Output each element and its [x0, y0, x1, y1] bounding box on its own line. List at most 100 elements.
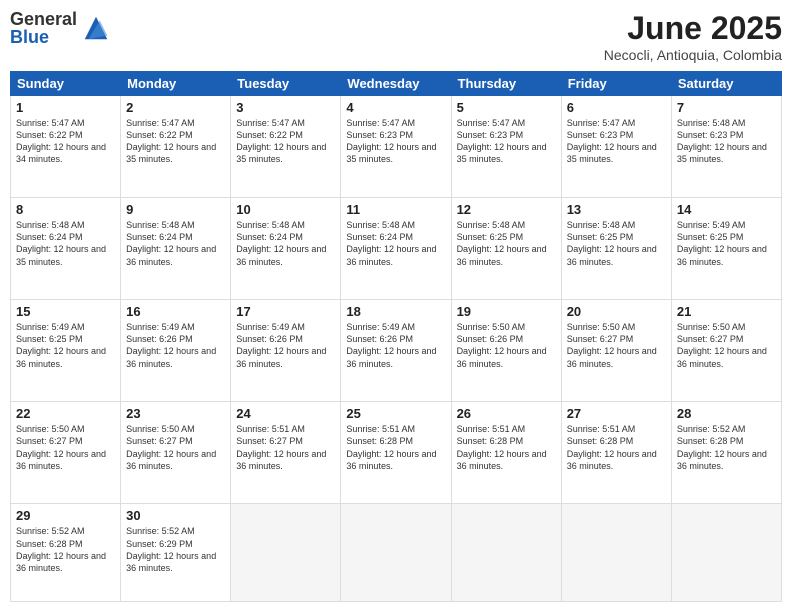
day-number: 1	[16, 100, 115, 115]
day-info: Sunrise: 5:49 AMSunset: 6:25 PMDaylight:…	[677, 219, 776, 268]
calendar-cell: 5 Sunrise: 5:47 AMSunset: 6:23 PMDaylight…	[451, 96, 561, 198]
day-info: Sunrise: 5:50 AMSunset: 6:26 PMDaylight:…	[457, 321, 556, 370]
day-number: 6	[567, 100, 666, 115]
day-number: 17	[236, 304, 335, 319]
day-info: Sunrise: 5:50 AMSunset: 6:27 PMDaylight:…	[567, 321, 666, 370]
calendar-cell: 4 Sunrise: 5:47 AMSunset: 6:23 PMDaylight…	[341, 96, 451, 198]
day-info: Sunrise: 5:48 AMSunset: 6:25 PMDaylight:…	[457, 219, 556, 268]
calendar-cell: 1 Sunrise: 5:47 AMSunset: 6:22 PMDaylight…	[11, 96, 121, 198]
calendar-cell: 21 Sunrise: 5:50 AMSunset: 6:27 PMDayligh…	[671, 300, 781, 402]
calendar-header-friday: Friday	[561, 72, 671, 96]
day-number: 7	[677, 100, 776, 115]
calendar-cell: 3 Sunrise: 5:47 AMSunset: 6:22 PMDaylight…	[231, 96, 341, 198]
calendar-week-1: 1 Sunrise: 5:47 AMSunset: 6:22 PMDaylight…	[11, 96, 782, 198]
day-info: Sunrise: 5:51 AMSunset: 6:28 PMDaylight:…	[457, 423, 556, 472]
calendar-header-tuesday: Tuesday	[231, 72, 341, 96]
calendar-cell: 30 Sunrise: 5:52 AMSunset: 6:29 PMDayligh…	[121, 504, 231, 602]
calendar-cell: 20 Sunrise: 5:50 AMSunset: 6:27 PMDayligh…	[561, 300, 671, 402]
day-info: Sunrise: 5:49 AMSunset: 6:26 PMDaylight:…	[126, 321, 225, 370]
calendar-cell: 25Sunrise: 5:51 AMSunset: 6:28 PMDayligh…	[341, 402, 451, 504]
day-number: 27	[567, 406, 666, 421]
page: General Blue June 2025 Necocli, Antioqui…	[0, 0, 792, 612]
calendar-cell: 17 Sunrise: 5:49 AMSunset: 6:26 PMDayligh…	[231, 300, 341, 402]
day-info: Sunrise: 5:52 AMSunset: 6:28 PMDaylight:…	[677, 423, 776, 472]
calendar-cell: 13 Sunrise: 5:48 AMSunset: 6:25 PMDayligh…	[561, 198, 671, 300]
day-number: 22	[16, 406, 115, 421]
day-info: Sunrise: 5:48 AMSunset: 6:24 PMDaylight:…	[126, 219, 225, 268]
day-number: 26	[457, 406, 556, 421]
calendar-week-5: 29 Sunrise: 5:52 AMSunset: 6:28 PMDayligh…	[11, 504, 782, 602]
day-info: Sunrise: 5:50 AMSunset: 6:27 PMDaylight:…	[677, 321, 776, 370]
day-number: 9	[126, 202, 225, 217]
day-number: 2	[126, 100, 225, 115]
calendar-header-thursday: Thursday	[451, 72, 561, 96]
day-info: Sunrise: 5:48 AMSunset: 6:25 PMDaylight:…	[567, 219, 666, 268]
month-title: June 2025	[604, 10, 782, 47]
day-number: 3	[236, 100, 335, 115]
calendar-cell: 2 Sunrise: 5:47 AMSunset: 6:22 PMDaylight…	[121, 96, 231, 198]
day-number: 13	[567, 202, 666, 217]
calendar-week-4: 22 Sunrise: 5:50 AMSunset: 6:27 PMDayligh…	[11, 402, 782, 504]
day-number: 19	[457, 304, 556, 319]
day-info: Sunrise: 5:52 AMSunset: 6:29 PMDaylight:…	[126, 525, 225, 574]
day-info: Sunrise: 5:47 AMSunset: 6:22 PMDaylight:…	[126, 117, 225, 166]
day-info: Sunrise: 5:47 AMSunset: 6:22 PMDaylight:…	[16, 117, 115, 166]
day-info: Sunrise: 5:48 AMSunset: 6:24 PMDaylight:…	[236, 219, 335, 268]
calendar-cell: 27 Sunrise: 5:51 AMSunset: 6:28 PMDayligh…	[561, 402, 671, 504]
day-number: 28	[677, 406, 776, 421]
day-number: 4	[346, 100, 445, 115]
day-number: 12	[457, 202, 556, 217]
title-block: June 2025 Necocli, Antioquia, Colombia	[604, 10, 782, 63]
calendar-cell: 6 Sunrise: 5:47 AMSunset: 6:23 PMDaylight…	[561, 96, 671, 198]
calendar-header-wednesday: Wednesday	[341, 72, 451, 96]
calendar-cell: 22 Sunrise: 5:50 AMSunset: 6:27 PMDayligh…	[11, 402, 121, 504]
day-info: Sunrise: 5:51 AMSunset: 6:28 PMDaylight:…	[567, 423, 666, 472]
day-info: Sunrise: 5:47 AMSunset: 6:23 PMDaylight:…	[346, 117, 445, 166]
day-info: Sunrise: 5:47 AMSunset: 6:22 PMDaylight:…	[236, 117, 335, 166]
calendar-week-3: 15 Sunrise: 5:49 AMSunset: 6:25 PMDayligh…	[11, 300, 782, 402]
calendar-cell: 14 Sunrise: 5:49 AMSunset: 6:25 PMDayligh…	[671, 198, 781, 300]
calendar-cell	[561, 504, 671, 602]
calendar-cell: 9 Sunrise: 5:48 AMSunset: 6:24 PMDaylight…	[121, 198, 231, 300]
day-number: 21	[677, 304, 776, 319]
calendar-header-row: SundayMondayTuesdayWednesdayThursdayFrid…	[11, 72, 782, 96]
day-number: 29	[16, 508, 115, 523]
calendar-cell: 12 Sunrise: 5:48 AMSunset: 6:25 PMDayligh…	[451, 198, 561, 300]
logo-general: General	[10, 10, 77, 28]
day-number: 14	[677, 202, 776, 217]
calendar-cell: 23Sunrise: 5:50 AMSunset: 6:27 PMDayligh…	[121, 402, 231, 504]
calendar-cell: 18 Sunrise: 5:49 AMSunset: 6:26 PMDayligh…	[341, 300, 451, 402]
day-number: 10	[236, 202, 335, 217]
calendar-cell: 11Sunrise: 5:48 AMSunset: 6:24 PMDayligh…	[341, 198, 451, 300]
day-info: Sunrise: 5:50 AMSunset: 6:27 PMDaylight:…	[126, 423, 225, 472]
day-number: 5	[457, 100, 556, 115]
day-number: 8	[16, 202, 115, 217]
day-info: Sunrise: 5:48 AMSunset: 6:24 PMDaylight:…	[16, 219, 115, 268]
logo: General Blue	[10, 10, 111, 46]
calendar-cell: 26 Sunrise: 5:51 AMSunset: 6:28 PMDayligh…	[451, 402, 561, 504]
day-info: Sunrise: 5:52 AMSunset: 6:28 PMDaylight:…	[16, 525, 115, 574]
calendar-cell	[231, 504, 341, 602]
day-info: Sunrise: 5:49 AMSunset: 6:26 PMDaylight:…	[346, 321, 445, 370]
calendar-table: SundayMondayTuesdayWednesdayThursdayFrid…	[10, 71, 782, 602]
calendar-header-sunday: Sunday	[11, 72, 121, 96]
day-info: Sunrise: 5:50 AMSunset: 6:27 PMDaylight:…	[16, 423, 115, 472]
day-info: Sunrise: 5:49 AMSunset: 6:25 PMDaylight:…	[16, 321, 115, 370]
logo-text: General Blue	[10, 10, 77, 46]
location: Necocli, Antioquia, Colombia	[604, 47, 782, 63]
calendar-header-saturday: Saturday	[671, 72, 781, 96]
day-info: Sunrise: 5:49 AMSunset: 6:26 PMDaylight:…	[236, 321, 335, 370]
calendar-cell	[341, 504, 451, 602]
day-number: 15	[16, 304, 115, 319]
calendar-cell: 10 Sunrise: 5:48 AMSunset: 6:24 PMDayligh…	[231, 198, 341, 300]
day-number: 18	[346, 304, 445, 319]
day-number: 11	[346, 202, 445, 217]
day-info: Sunrise: 5:48 AMSunset: 6:23 PMDaylight:…	[677, 117, 776, 166]
day-info: Sunrise: 5:47 AMSunset: 6:23 PMDaylight:…	[567, 117, 666, 166]
day-number: 20	[567, 304, 666, 319]
header: General Blue June 2025 Necocli, Antioqui…	[10, 10, 782, 63]
calendar-cell	[671, 504, 781, 602]
calendar-header-monday: Monday	[121, 72, 231, 96]
day-number: 30	[126, 508, 225, 523]
day-info: Sunrise: 5:47 AMSunset: 6:23 PMDaylight:…	[457, 117, 556, 166]
